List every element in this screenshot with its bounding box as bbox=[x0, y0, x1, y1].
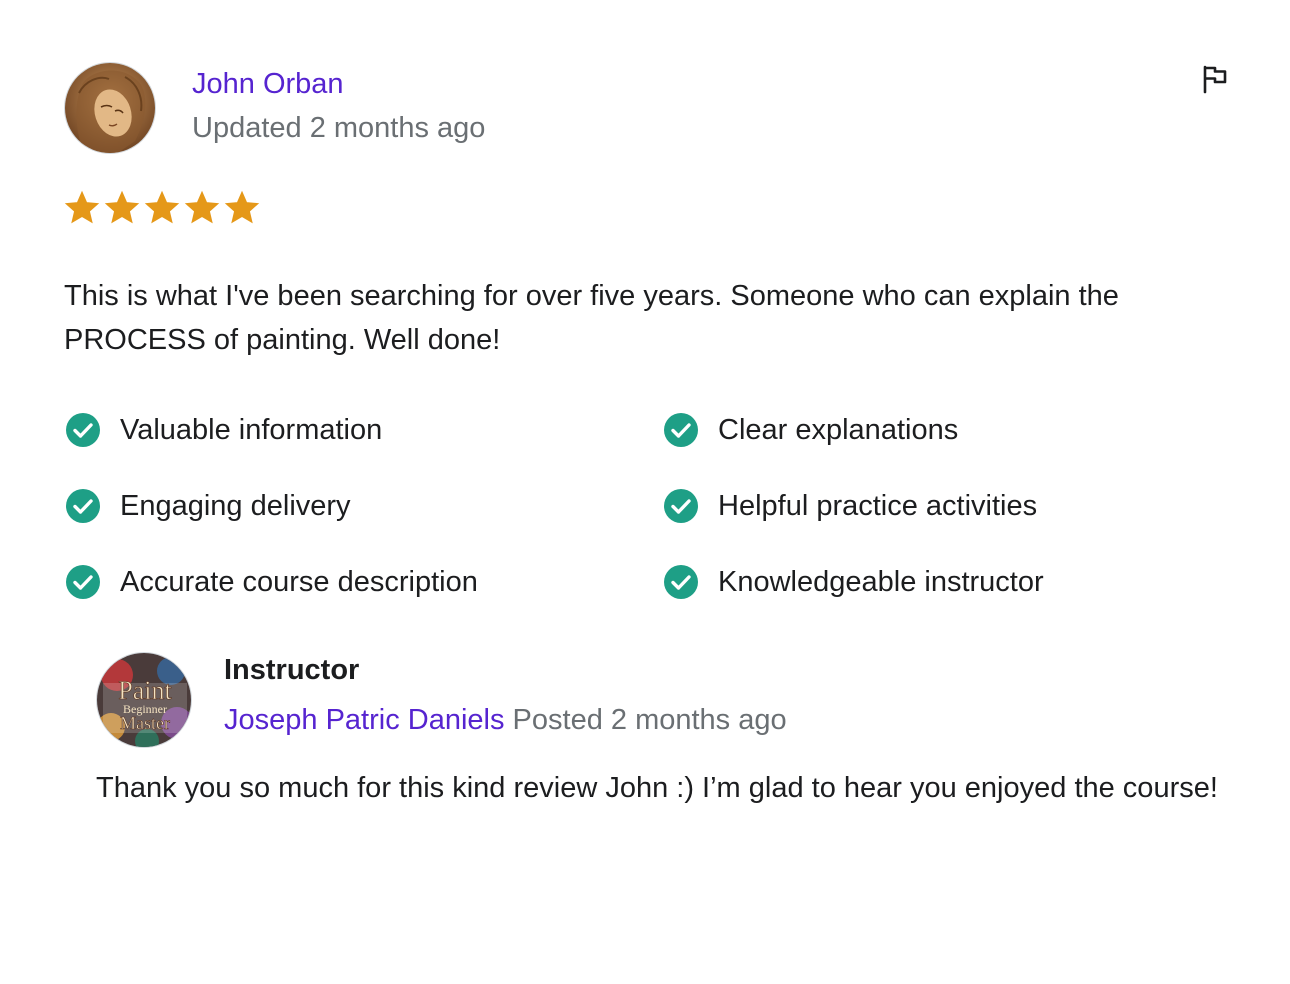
star-icon bbox=[104, 190, 140, 224]
tag-label: Valuable information bbox=[120, 413, 383, 446]
tag-knowledgeable-instructor: Knowledgeable instructor bbox=[662, 560, 1044, 604]
tag-helpful-practice-activities: Helpful practice activities bbox=[662, 484, 1037, 528]
tag-clear-explanations: Clear explanations bbox=[662, 408, 958, 452]
report-flag-button[interactable] bbox=[1200, 64, 1230, 94]
instructor-logo-image: Paint Beginner Master bbox=[97, 653, 191, 747]
tag-label: Accurate course description bbox=[120, 565, 478, 598]
check-circle-icon bbox=[664, 489, 698, 523]
check-circle-icon bbox=[66, 489, 100, 523]
tag-label: Knowledgeable instructor bbox=[718, 565, 1044, 598]
instructor-response-text: Thank you so much for this kind review J… bbox=[96, 772, 1218, 804]
portrait-avatar-image bbox=[65, 63, 155, 153]
review-updated-time: Updated 2 months ago bbox=[192, 112, 486, 144]
reviewer-name-link[interactable]: John Orban bbox=[192, 68, 344, 101]
tag-label: Clear explanations bbox=[718, 413, 959, 446]
review-text: This is what I've been searching for ove… bbox=[64, 280, 1119, 356]
response-posted-time: Posted 2 months ago bbox=[512, 704, 787, 736]
tag-valuable-information: Valuable information bbox=[64, 408, 382, 452]
instructor-avatar[interactable]: Paint Beginner Master bbox=[96, 652, 192, 748]
tag-label: Engaging delivery bbox=[120, 489, 351, 522]
logo-line-3: Master bbox=[120, 713, 170, 733]
star-rating bbox=[64, 190, 260, 226]
tag-label: Helpful practice activities bbox=[718, 489, 1038, 522]
tag-accurate-course-description: Accurate course description bbox=[64, 560, 478, 604]
star-icon bbox=[144, 190, 180, 224]
star-icon bbox=[184, 190, 220, 224]
star-icon bbox=[224, 190, 260, 224]
flag-icon bbox=[1203, 65, 1227, 94]
check-circle-icon bbox=[66, 565, 100, 599]
logo-line-1: Paint bbox=[118, 676, 172, 705]
instructor-byline: Joseph Patric Daniels Posted 2 months ag… bbox=[224, 704, 787, 737]
check-circle-icon bbox=[664, 565, 698, 599]
instructor-name-link[interactable]: Joseph Patric Daniels bbox=[224, 704, 504, 736]
reviewer-avatar[interactable] bbox=[64, 62, 156, 154]
instructor-label: Instructor bbox=[224, 654, 360, 686]
check-circle-icon bbox=[664, 413, 698, 447]
tag-engaging-delivery: Engaging delivery bbox=[64, 484, 351, 528]
check-circle-icon bbox=[66, 413, 100, 447]
star-icon bbox=[64, 190, 100, 224]
